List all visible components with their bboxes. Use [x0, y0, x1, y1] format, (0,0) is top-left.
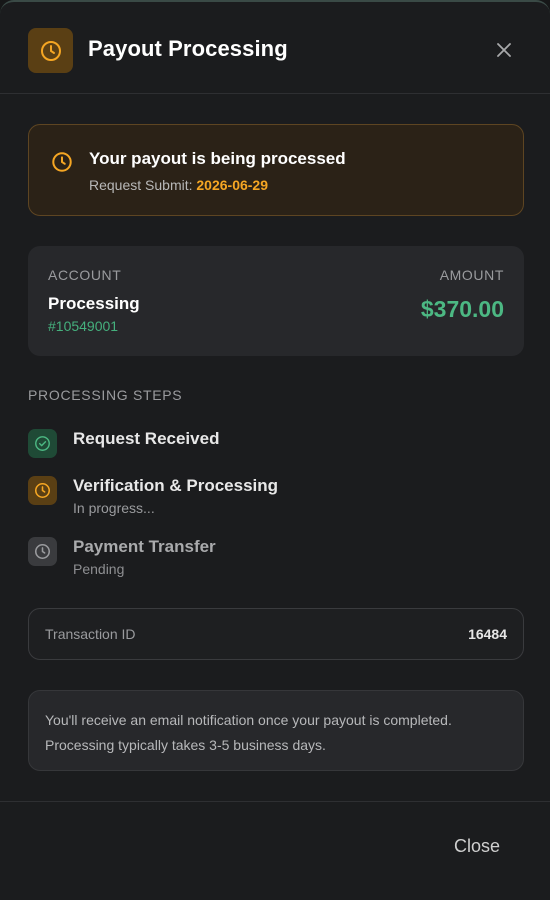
step-subtitle: In progress...	[73, 500, 155, 516]
status-banner: Your payout is being processed Request S…	[28, 124, 524, 216]
payout-modal: Payout Processing Your payout is being p…	[0, 0, 550, 900]
close-button[interactable]: Close	[437, 836, 517, 866]
request-submit-date: 2026-06-29	[196, 177, 269, 193]
amount-label: AMOUNT	[439, 267, 504, 283]
transaction-id-label: Transaction ID	[45, 626, 136, 642]
amount-value: $370.00	[420, 296, 504, 322]
account-name: Processing	[48, 294, 140, 313]
modal-title: Payout Processing	[88, 36, 288, 61]
clock-icon	[28, 537, 57, 566]
request-submit-line: Request Submit: 2026-06-29	[89, 177, 268, 193]
step-title: Payment Transfer	[73, 537, 216, 556]
modal-header: Payout Processing	[0, 2, 550, 94]
banner-title: Your payout is being processed	[89, 149, 346, 168]
account-label: ACCOUNT	[48, 267, 122, 283]
request-submit-label: Request Submit:	[89, 177, 193, 193]
close-icon[interactable]	[494, 40, 514, 60]
transaction-id-row: Transaction ID 16484	[28, 608, 524, 660]
step-subtitle: Pending	[73, 561, 125, 577]
clock-icon	[28, 476, 57, 505]
modal-footer: Close	[0, 801, 550, 861]
account-card: ACCOUNT AMOUNT Processing #10549001 $370…	[28, 246, 524, 356]
step-title: Verification & Processing	[73, 476, 279, 495]
check-circle-icon	[28, 429, 57, 458]
clock-icon	[28, 28, 73, 73]
steps-heading: PROCESSING STEPS	[28, 387, 183, 403]
clock-icon	[51, 151, 73, 173]
step-title: Request Received	[73, 429, 220, 448]
transaction-id-value: 16484	[468, 626, 507, 642]
info-note: You'll receive an email notification onc…	[28, 690, 524, 771]
account-number: #10549001	[48, 318, 119, 334]
